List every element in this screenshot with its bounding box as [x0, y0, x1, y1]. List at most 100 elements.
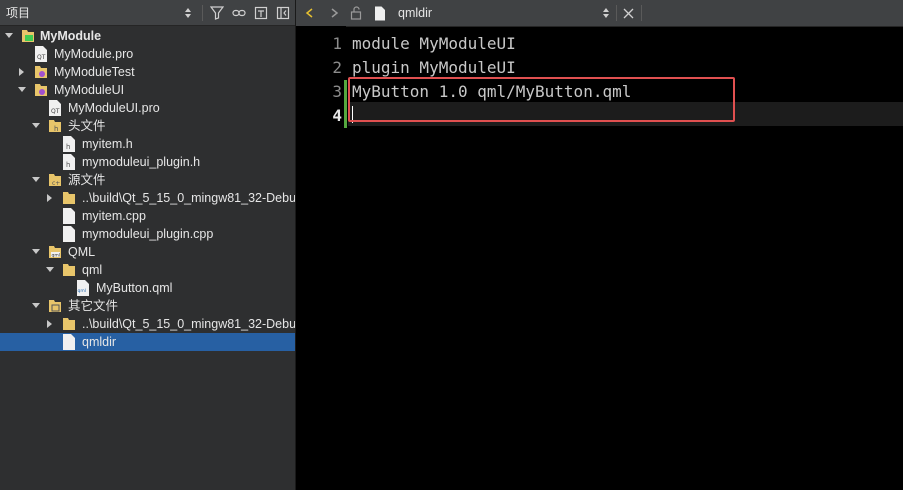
chevron-right-icon[interactable]: [44, 189, 56, 207]
tree-item-label: MyModuleTest: [54, 65, 135, 79]
tree-item-mymoduleui-pro[interactable]: QT MyModuleUI.pro: [0, 99, 295, 117]
filter-icon[interactable]: [209, 5, 225, 21]
tree-item-label: myitem.cpp: [82, 209, 146, 223]
dropdown-arrows-icon[interactable]: [600, 5, 612, 21]
close-icon[interactable]: [621, 5, 635, 21]
sources-folder-icon: c+: [48, 172, 62, 188]
other-files-folder-icon: [48, 298, 62, 314]
line-number: 2: [332, 58, 342, 77]
header-file-icon: h: [62, 136, 76, 152]
chevron-down-icon[interactable]: [30, 171, 42, 189]
tree-item-mymoduleui[interactable]: MyModuleUI: [0, 81, 295, 99]
toolbar-separator: [616, 5, 617, 21]
tree-item-label: MyModuleUI: [54, 83, 125, 97]
close-sidebar-icon[interactable]: [275, 5, 291, 21]
svg-text:h: h: [54, 125, 58, 133]
tree-item-label: ..\build\Qt_5_15_0_mingw81_32-Debu: [82, 317, 296, 331]
tree-item-label: 头文件: [68, 119, 106, 133]
svg-text:qml: qml: [78, 288, 87, 294]
project-panel: 项目 MyModule QT MyModule.pro MyModuleTest…: [0, 0, 296, 490]
pro-file-icon: QT: [48, 100, 62, 116]
tree-item-label: MyModule: [40, 29, 102, 43]
code-line: module MyModuleUI: [352, 34, 516, 53]
tree-item-mybutton-qml[interactable]: qml MyButton.qml: [0, 279, 295, 297]
toolbar-separator: [202, 4, 203, 21]
subproject-icon: [34, 64, 48, 80]
line-number: 3: [332, 82, 342, 101]
tree-item-mymoduletest[interactable]: MyModuleTest: [0, 63, 295, 81]
tree-item-myitem-cpp[interactable]: myitem.cpp: [0, 207, 295, 225]
line-number-gutter: 1 2 3 4: [296, 26, 346, 490]
forward-icon[interactable]: [326, 5, 342, 21]
tree-item-mymodule-pro[interactable]: QT MyModule.pro: [0, 45, 295, 63]
tree-item-label: QML: [68, 245, 96, 259]
code-line: plugin MyModuleUI: [352, 58, 516, 77]
tree-item-build-folder-2[interactable]: ..\build\Qt_5_15_0_mingw81_32-Debu: [0, 315, 295, 333]
tree-item-build-folder[interactable]: ..\build\Qt_5_15_0_mingw81_32-Debu: [0, 189, 295, 207]
chevron-down-icon[interactable]: [30, 243, 42, 261]
tree-item-qmldir[interactable]: qmldir: [0, 333, 295, 351]
tree-item-mymoduleui-plugin-cpp[interactable]: mymoduleui_plugin.cpp: [0, 225, 295, 243]
folder-icon: [62, 316, 76, 332]
project-panel-toolbar: 项目: [0, 0, 295, 26]
svg-text:h: h: [66, 161, 70, 169]
folder-icon: [62, 262, 76, 278]
file-icon: [372, 5, 388, 21]
lock-icon[interactable]: [348, 5, 364, 21]
chevron-right-icon[interactable]: [16, 63, 28, 81]
chevron-down-icon[interactable]: [16, 81, 28, 99]
svg-text:h: h: [66, 143, 70, 151]
line-number-current: 4: [332, 106, 342, 125]
chevron-down-icon[interactable]: [30, 117, 42, 135]
svg-text:qml: qml: [52, 253, 61, 259]
add-split-icon[interactable]: [253, 5, 269, 21]
code-editor[interactable]: 1 2 3 4 module MyModuleUI plugin MyModul…: [296, 26, 903, 490]
chevron-down-icon[interactable]: [3, 27, 15, 45]
editor-toolbar: qmldir: [296, 0, 903, 27]
tree-item-label: MyButton.qml: [96, 281, 173, 295]
text-file-icon: [62, 334, 76, 350]
qml-file-icon: qml: [76, 280, 90, 296]
qml-folder-icon: qml: [48, 244, 62, 260]
tree-item-sources[interactable]: c+ 源文件: [0, 171, 295, 189]
back-icon[interactable]: [302, 5, 318, 21]
code-line: MyButton 1.0 qml/MyButton.qml: [352, 82, 632, 101]
tree-item-mymoduleui-plugin-h[interactable]: h mymoduleui_plugin.h: [0, 153, 295, 171]
tree-item-myitem-h[interactable]: h myitem.h: [0, 135, 295, 153]
source-file-icon: [62, 226, 76, 242]
chevron-down-icon[interactable]: [30, 297, 42, 315]
tree-item-mymodule[interactable]: MyModule: [0, 27, 295, 45]
tree-item-label: mymoduleui_plugin.cpp: [82, 227, 214, 241]
current-line-highlight: [348, 102, 903, 126]
tree-item-label: ..\build\Qt_5_15_0_mingw81_32-Debu: [82, 191, 296, 205]
qt-project-icon: [21, 28, 35, 44]
header-file-icon: h: [62, 154, 76, 170]
subproject-icon: [34, 82, 48, 98]
tree-item-label: qml: [82, 263, 103, 277]
svg-text:QT: QT: [51, 108, 60, 115]
editor-pane: qmldir 1 2 3 4 module MyModuleUI plugin …: [296, 0, 903, 490]
svg-text:QT: QT: [37, 54, 46, 61]
headers-folder-icon: h: [48, 118, 62, 134]
panel-selector[interactable]: 项目: [6, 4, 196, 21]
link-icon[interactable]: [231, 5, 247, 21]
tree-item-headers[interactable]: h 头文件: [0, 117, 295, 135]
text-cursor: [352, 106, 353, 123]
tree-item-other-files[interactable]: 其它文件: [0, 297, 295, 315]
chevron-down-icon[interactable]: [44, 261, 56, 279]
tree-item-label: MyModule.pro: [54, 47, 134, 61]
tree-item-label: qmldir: [82, 335, 117, 349]
change-marker: [344, 80, 347, 128]
tree-item-label: myitem.h: [82, 137, 133, 151]
line-number: 1: [332, 34, 342, 53]
tree-item-qml-folder[interactable]: qml: [0, 261, 295, 279]
pro-file-icon: QT: [34, 46, 48, 62]
tree-item-qml[interactable]: qml QML: [0, 243, 295, 261]
folder-icon: [62, 190, 76, 206]
chevron-right-icon[interactable]: [44, 315, 56, 333]
current-file-name[interactable]: qmldir: [398, 0, 432, 26]
source-file-icon: [62, 208, 76, 224]
dropdown-arrows-icon[interactable]: [180, 5, 196, 21]
toolbar-separator: [641, 5, 642, 21]
svg-text:c+: c+: [52, 180, 60, 187]
